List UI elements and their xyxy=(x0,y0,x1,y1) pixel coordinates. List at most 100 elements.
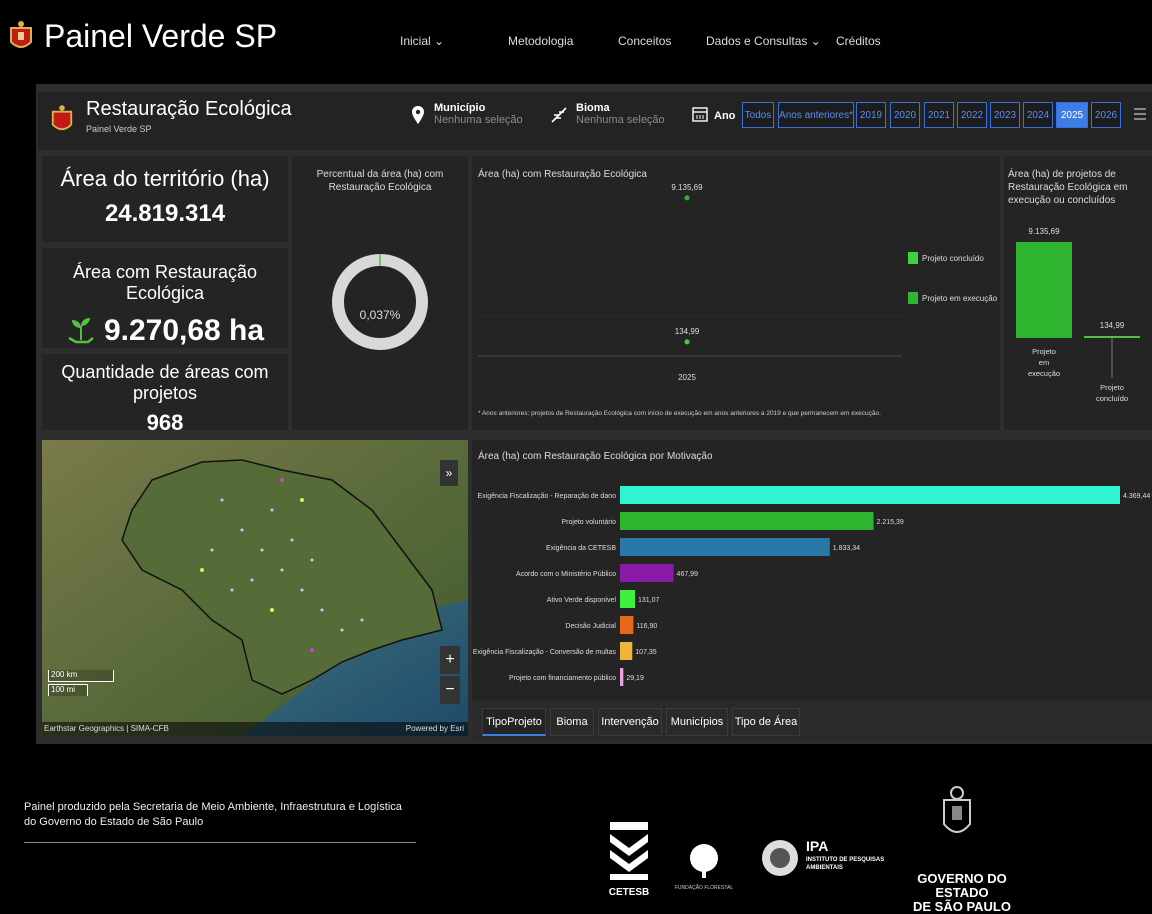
year-button-2021[interactable]: 2021 xyxy=(924,102,954,128)
motivacao-bar xyxy=(620,590,635,608)
footer-credit-text: Painel produzido pela Secretaria de Meio… xyxy=(24,801,402,828)
map-zoom-out-button[interactable]: − xyxy=(440,676,460,704)
cetesb-text: CETESB xyxy=(608,887,650,898)
motivacao-bar-chart: Exigência Fiscalização - Reparação de da… xyxy=(473,486,1150,686)
year-button-todos[interactable]: Todos xyxy=(742,102,774,128)
map-attribution-bar: Earthstar Geographics | SIMA-CFB Powered… xyxy=(42,722,468,736)
ano-label: Ano xyxy=(714,110,736,122)
tab-municipios[interactable]: Municípios xyxy=(666,708,728,736)
kpi-area-restauracao-title: Área com Restauração Ecológica xyxy=(72,262,258,303)
bioma-value: Nenhuma seleção xyxy=(576,114,665,126)
motivacao-panel: Área (ha) com Restauração Ecológica por … xyxy=(472,440,1152,702)
map-panel[interactable]: » + − 200 km 100 mi Earthstar Geographic… xyxy=(42,440,468,736)
motivacao-data-label: 131,07 xyxy=(638,597,660,604)
fundacao-florestal-logo: FUNDAÇÃO FLORESTAL xyxy=(674,840,734,900)
kpi-qtd-areas: Quantidade de áreas com projetos 968 xyxy=(42,354,288,435)
year-button-2020[interactable]: 2020 xyxy=(890,102,920,128)
dashboard-subtitle: Painel Verde SP xyxy=(86,124,152,134)
sprout-hand-icon xyxy=(68,318,94,344)
motivacao-data-label: 2.215,39 xyxy=(877,519,904,526)
kpi-qtd-areas-value: 968 xyxy=(146,410,184,435)
status-bar-category-label: concluído xyxy=(1096,394,1128,403)
year-button-2023[interactable]: 2023 xyxy=(990,102,1020,128)
tab-tipoprojeto[interactable]: TipoProjeto xyxy=(482,708,546,736)
status-bar-data-label: 9.135,69 xyxy=(1028,227,1060,236)
municipio-filter[interactable]: Município Nenhuma seleção xyxy=(434,102,544,126)
map-powered-by[interactable]: Powered by Esri xyxy=(406,724,464,733)
municipio-value: Nenhuma seleção xyxy=(434,114,523,126)
motivacao-category-label: Acordo com o Ministério Público xyxy=(516,571,616,578)
nav-creditos[interactable]: Créditos xyxy=(836,34,881,48)
status-bar-data-label: 134,99 xyxy=(1100,321,1125,330)
donut-value-label: 0,037% xyxy=(359,308,401,322)
motivacao-data-label: 467,99 xyxy=(677,571,699,578)
kpi-area-territorio-title: Área do território (ha) xyxy=(60,166,270,191)
scatter-x-tick-label: 2025 xyxy=(678,373,696,382)
nav-metodologia[interactable]: Metodologia xyxy=(508,34,573,48)
municipio-label: Município xyxy=(434,102,486,114)
sp-coat-of-arms-icon xyxy=(51,105,73,131)
status-bar-category-label: em xyxy=(1039,358,1049,367)
map-zoom-in-button[interactable]: + xyxy=(440,646,460,674)
year-button-2025[interactable]: 2025 xyxy=(1056,102,1088,128)
year-button-2019[interactable]: 2019 xyxy=(856,102,886,128)
map-collapse-button[interactable]: » xyxy=(440,460,458,486)
top-navigation-bar: Painel Verde SP Inicial ⌄ Metodologia Co… xyxy=(0,0,1152,72)
map-scale-km: 200 km xyxy=(48,670,114,682)
leaf-icon xyxy=(550,106,568,124)
motivacao-bar xyxy=(620,564,674,582)
sp-coat-of-arms-icon xyxy=(10,21,32,48)
nav-dados-consultas[interactable]: Dados e Consultas ⌄ xyxy=(706,34,821,48)
year-button-2022[interactable]: 2022 xyxy=(957,102,987,128)
motivacao-bar xyxy=(620,538,830,556)
legend-item-execucao[interactable]: Projeto em execução xyxy=(908,292,997,304)
status-bar-category-label: Projeto xyxy=(1032,347,1056,356)
nav-conceitos[interactable]: Conceitos xyxy=(618,34,671,48)
motivacao-category-label: Exigência Fiscalização - Reparação de da… xyxy=(477,493,616,500)
nav-inicial[interactable]: Inicial ⌄ xyxy=(400,34,444,48)
motivacao-category-label: Ativo Verde disponível xyxy=(547,597,617,604)
year-button-2024[interactable]: 2024 xyxy=(1023,102,1053,128)
kpi-area-territorio: Área do território (ha) 24.819.314 xyxy=(42,156,288,242)
kpi-area-restauracao-value: 9.270,68 ha xyxy=(103,314,265,347)
tab-bioma[interactable]: Bioma xyxy=(550,708,594,736)
sp-government-seal-icon xyxy=(940,784,974,844)
tab-tipo-de-area[interactable]: Tipo de Área xyxy=(732,708,800,736)
status-bar-panel: Área (ha) de projetos de Restauração Eco… xyxy=(1004,156,1152,430)
bioma-label: Bioma xyxy=(576,102,610,114)
kpi-area-restauracao: Área com Restauração Ecológica 9.270,68 … xyxy=(42,248,288,348)
scatter-panel: Área (ha) com Restauração Ecológica 134,… xyxy=(472,156,1000,430)
scatter-point xyxy=(684,195,690,201)
calendar-icon xyxy=(692,106,708,122)
year-button-anos-anteriores[interactable]: Anos anteriores* xyxy=(778,102,854,128)
donut-chart xyxy=(332,254,428,350)
menu-icon[interactable] xyxy=(1134,106,1146,122)
motivacao-category-label: Decisão Judicial xyxy=(565,623,616,630)
tab-intervencao[interactable]: Intervenção xyxy=(598,708,662,736)
kpi-area-territorio-value: 24.819.314 xyxy=(104,200,226,227)
donut-ring xyxy=(332,254,428,350)
ipa-subtitle: INSTITUTO DE PESQUISAS AMBIENTAIS xyxy=(806,857,885,871)
sp-state-map[interactable] xyxy=(42,440,468,736)
motivacao-bar xyxy=(620,668,624,686)
ipa-logo-icon xyxy=(760,838,800,878)
scatter-footnote: * Anos anteriores: projetos de Restauraç… xyxy=(478,410,881,417)
location-pin-icon xyxy=(412,106,424,124)
motivacao-category-label: Exigência Fiscalização - Conversão de mu… xyxy=(473,649,617,656)
motivacao-data-label: 116,90 xyxy=(636,623,657,630)
motivacao-data-label: 1.833,34 xyxy=(833,545,860,552)
status-bar xyxy=(1016,242,1072,338)
dashboard-title: Restauração Ecológica xyxy=(86,98,292,120)
legend-item-concluido[interactable]: Projeto concluído xyxy=(908,252,984,264)
status-bar xyxy=(1084,336,1140,338)
app-title[interactable]: Painel Verde SP xyxy=(44,18,277,55)
footer-divider xyxy=(24,842,416,843)
year-button-2026[interactable]: 2026 xyxy=(1091,102,1121,128)
motivacao-bar xyxy=(620,642,633,660)
motivacao-bar xyxy=(620,486,1120,504)
bioma-filter[interactable]: Bioma Nenhuma seleção xyxy=(576,102,696,126)
kpi-qtd-areas-title: Quantidade de áreas com projetos xyxy=(61,362,269,403)
donut-panel: Percentual da área (ha) com Restauração … xyxy=(292,156,468,430)
scatter-point xyxy=(684,339,690,345)
legend-label-execucao: Projeto em execução xyxy=(922,293,998,303)
